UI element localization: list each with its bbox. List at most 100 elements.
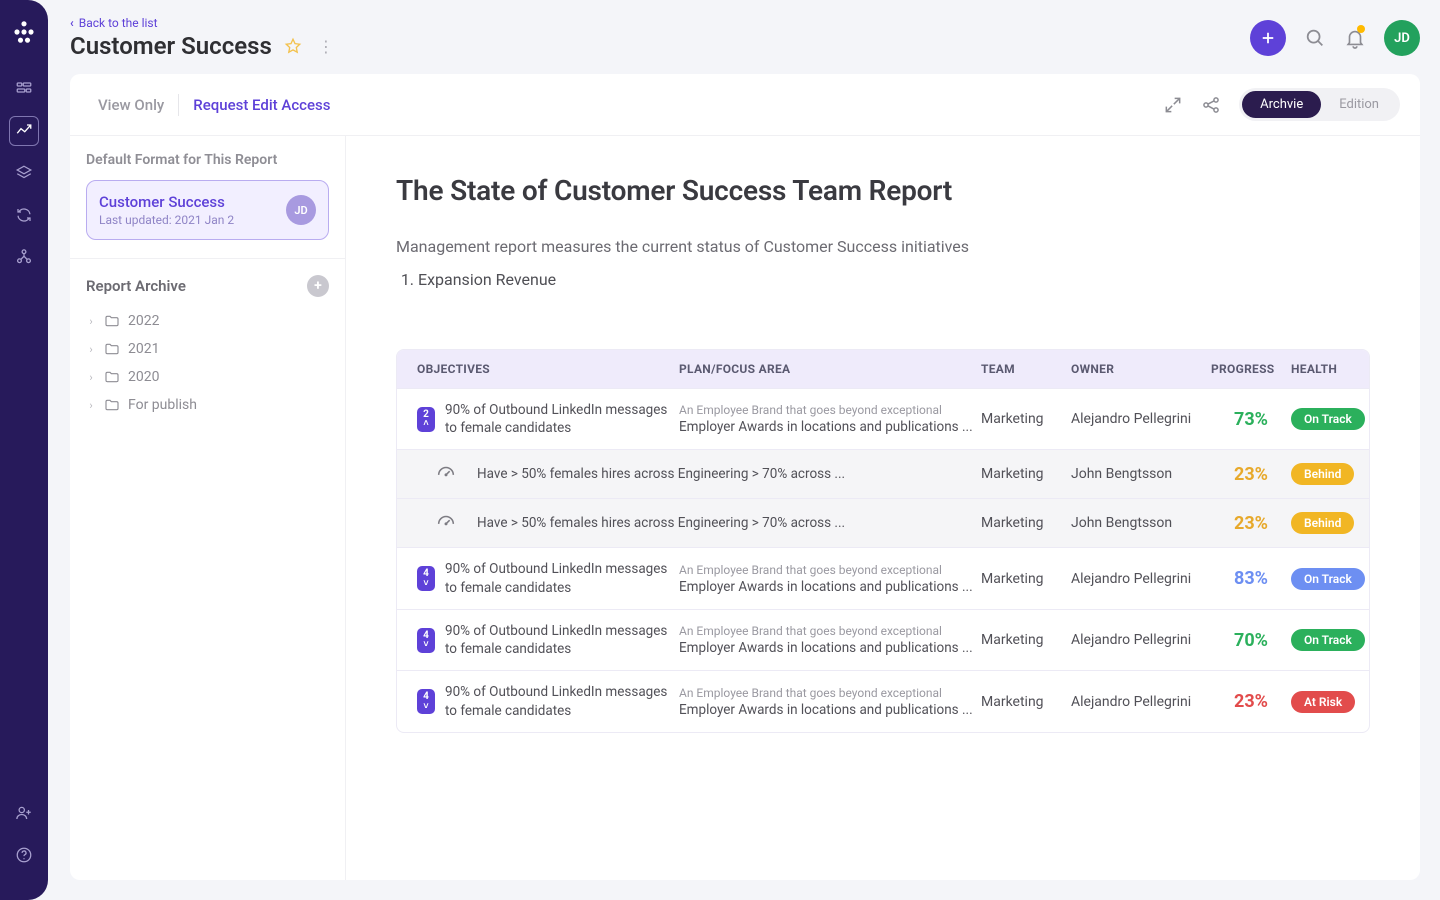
health-badge: At Risk (1291, 691, 1355, 713)
table-row[interactable]: 4˅ 90% of Outbound LinkedIn messages to … (397, 609, 1369, 670)
rail-item-sync[interactable] (9, 200, 39, 230)
cell-progress: 70% (1211, 630, 1291, 651)
default-report-card[interactable]: Customer Success Last updated: 2021 Jan … (86, 180, 329, 240)
table-row[interactable]: Have > 50% females hires across Engineer… (397, 449, 1369, 498)
objective-count-badge[interactable]: 4˅ (417, 566, 435, 591)
plan-subtitle: An Employee Brand that goes beyond excep… (679, 563, 981, 577)
cell-owner: John Bengtsson (1071, 515, 1211, 531)
folder-label: 2021 (128, 341, 159, 357)
objective-count-badge[interactable]: 2˄ (417, 407, 435, 432)
chevron-right-icon: › (86, 371, 96, 384)
star-icon[interactable] (284, 37, 302, 55)
objective-count-badge[interactable]: 4˅ (417, 689, 435, 714)
objectives-table: OBJECTIVES PLAN/FOCUS AREA TEAM OWNER PR… (396, 349, 1370, 733)
key-result-icon (435, 511, 459, 535)
cell-owner: Alejandro Pellegrini (1071, 571, 1211, 587)
report-description: Management report measures the current s… (396, 237, 1370, 256)
plan-title: Employer Awards in locations and publica… (679, 419, 981, 435)
app-logo-icon (10, 18, 38, 46)
rail-item-roadmap[interactable] (9, 74, 39, 104)
search-icon[interactable] (1304, 27, 1326, 49)
table-row[interactable]: 2˄ 90% of Outbound LinkedIn messages to … (397, 388, 1369, 449)
th-plan: PLAN/FOCUS AREA (679, 362, 981, 376)
health-badge: Behind (1291, 463, 1354, 485)
th-objectives: OBJECTIVES (417, 362, 679, 376)
folder-label: For publish (128, 397, 197, 413)
notification-dot-icon (1357, 25, 1365, 33)
cell-team: Marketing (981, 411, 1071, 427)
plan-subtitle: An Employee Brand that goes beyond excep… (679, 403, 981, 417)
add-archive-button[interactable]: + (307, 275, 329, 297)
cell-progress: 73% (1211, 409, 1291, 430)
mode-toggle: Archvie Edition (1239, 88, 1400, 121)
chevron-right-icon: › (86, 399, 96, 412)
table-row[interactable]: Have > 50% females hires across Engineer… (397, 498, 1369, 547)
tab-view-only[interactable]: View Only (84, 90, 178, 120)
cell-owner: Alejandro Pellegrini (1071, 411, 1211, 427)
th-team: TEAM (981, 362, 1071, 376)
folder-icon (104, 313, 120, 329)
chevron-right-icon: › (86, 343, 96, 356)
report-title: The State of Customer Success Team Repor… (396, 174, 1370, 207)
plan-title: Employer Awards in locations and publica… (679, 640, 981, 656)
cell-owner: John Bengtsson (1071, 466, 1211, 482)
health-badge: On Track (1291, 629, 1365, 651)
table-row[interactable]: 4˅ 90% of Outbound LinkedIn messages to … (397, 670, 1369, 731)
cell-owner: Alejandro Pellegrini (1071, 632, 1211, 648)
page-title: Customer Success (70, 32, 272, 60)
back-link[interactable]: Back to the list (70, 16, 158, 30)
sidebar-default-heading: Default Format for This Report (86, 152, 329, 168)
health-badge: Behind (1291, 512, 1354, 534)
table-header: OBJECTIVES PLAN/FOCUS AREA TEAM OWNER PR… (397, 350, 1369, 388)
report-card-title: Customer Success (99, 193, 234, 211)
user-avatar[interactable]: JD (1384, 20, 1420, 56)
archive-folder[interactable]: › 2022 (78, 307, 337, 335)
rail-item-help[interactable] (9, 840, 39, 870)
cell-team: Marketing (981, 571, 1071, 587)
folder-icon (104, 369, 120, 385)
sidebar-archive-heading: Report Archive (86, 277, 186, 295)
key-result-text: Have > 50% females hires across Engineer… (477, 466, 845, 482)
cell-progress: 83% (1211, 568, 1291, 589)
notifications-icon[interactable] (1344, 27, 1366, 49)
archive-folder[interactable]: › For publish (78, 391, 337, 419)
mode-archive[interactable]: Archvie (1242, 91, 1321, 118)
share-icon[interactable] (1201, 95, 1221, 115)
th-health: HEALTH (1291, 362, 1370, 376)
archive-folder[interactable]: › 2021 (78, 335, 337, 363)
archive-folder[interactable]: › 2020 (78, 363, 337, 391)
folder-label: 2020 (128, 369, 159, 385)
folder-icon (104, 341, 120, 357)
plan-subtitle: An Employee Brand that goes beyond excep… (679, 686, 981, 700)
report-sidebar: Default Format for This Report Customer … (70, 136, 346, 880)
cell-progress: 23% (1211, 464, 1291, 485)
plan-title: Employer Awards in locations and publica… (679, 579, 981, 595)
objective-text: 90% of Outbound LinkedIn messages to fem… (445, 683, 679, 719)
table-row[interactable]: 4˅ 90% of Outbound LinkedIn messages to … (397, 547, 1369, 608)
report-card-avatar: JD (286, 195, 316, 225)
report-content: The State of Customer Success Team Repor… (346, 136, 1420, 880)
health-badge: On Track (1291, 408, 1365, 430)
cell-team: Marketing (981, 466, 1071, 482)
expand-icon[interactable] (1163, 95, 1183, 115)
cell-owner: Alejandro Pellegrini (1071, 694, 1211, 710)
health-badge: On Track (1291, 568, 1365, 590)
mode-edition[interactable]: Edition (1321, 91, 1397, 118)
report-bullet-list: Expansion Revenue (396, 270, 1370, 289)
objective-text: 90% of Outbound LinkedIn messages to fem… (445, 622, 679, 658)
rail-item-reports[interactable] (9, 116, 39, 146)
nav-rail (0, 0, 48, 900)
objective-count-badge[interactable]: 4˅ (417, 628, 435, 653)
add-button[interactable] (1250, 20, 1286, 56)
report-bullet: Expansion Revenue (418, 270, 1370, 289)
rail-item-layers[interactable] (9, 158, 39, 188)
tab-request-edit[interactable]: Request Edit Access (179, 90, 344, 120)
rail-item-invite[interactable] (9, 798, 39, 828)
objective-text: 90% of Outbound LinkedIn messages to fem… (445, 560, 679, 596)
plan-title: Employer Awards in locations and publica… (679, 702, 981, 718)
cell-team: Marketing (981, 632, 1071, 648)
rail-item-org[interactable] (9, 242, 39, 272)
objective-text: 90% of Outbound LinkedIn messages to fem… (445, 401, 679, 437)
more-menu-icon[interactable]: ⋮ (314, 35, 338, 58)
report-card-subtitle: Last updated: 2021 Jan 2 (99, 213, 234, 227)
